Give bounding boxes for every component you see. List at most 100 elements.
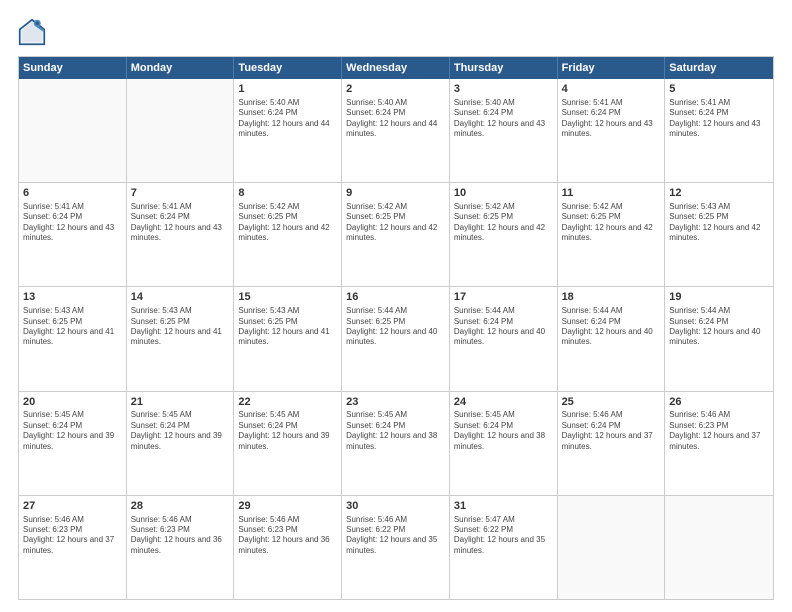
- day-info: Sunrise: 5:44 AM Sunset: 6:24 PM Dayligh…: [669, 306, 769, 348]
- day-info: Sunrise: 5:43 AM Sunset: 6:25 PM Dayligh…: [23, 306, 122, 348]
- day-info: Sunrise: 5:46 AM Sunset: 6:24 PM Dayligh…: [562, 410, 661, 452]
- day-number: 30: [346, 499, 445, 514]
- calendar-cell: [127, 79, 235, 182]
- day-number: 3: [454, 82, 553, 97]
- day-info: Sunrise: 5:41 AM Sunset: 6:24 PM Dayligh…: [562, 98, 661, 140]
- day-number: 20: [23, 395, 122, 410]
- logo-icon: [18, 18, 46, 46]
- day-number: 27: [23, 499, 122, 514]
- day-info: Sunrise: 5:45 AM Sunset: 6:24 PM Dayligh…: [454, 410, 553, 452]
- day-number: 24: [454, 395, 553, 410]
- day-header-wednesday: Wednesday: [342, 57, 450, 79]
- day-number: 18: [562, 290, 661, 305]
- day-info: Sunrise: 5:45 AM Sunset: 6:24 PM Dayligh…: [238, 410, 337, 452]
- day-header-monday: Monday: [127, 57, 235, 79]
- day-info: Sunrise: 5:46 AM Sunset: 6:22 PM Dayligh…: [346, 515, 445, 557]
- calendar-cell: 27Sunrise: 5:46 AM Sunset: 6:23 PM Dayli…: [19, 496, 127, 599]
- calendar-cell: 24Sunrise: 5:45 AM Sunset: 6:24 PM Dayli…: [450, 392, 558, 495]
- day-number: 25: [562, 395, 661, 410]
- calendar-cell: 5Sunrise: 5:41 AM Sunset: 6:24 PM Daylig…: [665, 79, 773, 182]
- day-info: Sunrise: 5:41 AM Sunset: 6:24 PM Dayligh…: [131, 202, 230, 244]
- calendar-cell: 30Sunrise: 5:46 AM Sunset: 6:22 PM Dayli…: [342, 496, 450, 599]
- day-number: 1: [238, 82, 337, 97]
- day-number: 2: [346, 82, 445, 97]
- day-info: Sunrise: 5:42 AM Sunset: 6:25 PM Dayligh…: [346, 202, 445, 244]
- calendar-cell: 6Sunrise: 5:41 AM Sunset: 6:24 PM Daylig…: [19, 183, 127, 286]
- day-number: 11: [562, 186, 661, 201]
- day-number: 9: [346, 186, 445, 201]
- day-info: Sunrise: 5:43 AM Sunset: 6:25 PM Dayligh…: [669, 202, 769, 244]
- day-number: 14: [131, 290, 230, 305]
- header: [18, 18, 774, 46]
- day-info: Sunrise: 5:44 AM Sunset: 6:25 PM Dayligh…: [346, 306, 445, 348]
- calendar-cell: 22Sunrise: 5:45 AM Sunset: 6:24 PM Dayli…: [234, 392, 342, 495]
- day-info: Sunrise: 5:46 AM Sunset: 6:23 PM Dayligh…: [131, 515, 230, 557]
- calendar-body: 1 Sunrise: 5:40 AM Sunset: 6:24 PM Daylig…: [19, 79, 773, 599]
- calendar-cell: 11Sunrise: 5:42 AM Sunset: 6:25 PM Dayli…: [558, 183, 666, 286]
- calendar-cell: [19, 79, 127, 182]
- day-info: Sunrise: 5:45 AM Sunset: 6:24 PM Dayligh…: [131, 410, 230, 452]
- calendar-cell: 28Sunrise: 5:46 AM Sunset: 6:23 PM Dayli…: [127, 496, 235, 599]
- calendar-cell: 9Sunrise: 5:42 AM Sunset: 6:25 PM Daylig…: [342, 183, 450, 286]
- calendar-cell: 31Sunrise: 5:47 AM Sunset: 6:22 PM Dayli…: [450, 496, 558, 599]
- calendar-cell: 26Sunrise: 5:46 AM Sunset: 6:23 PM Dayli…: [665, 392, 773, 495]
- calendar-week-2: 6Sunrise: 5:41 AM Sunset: 6:24 PM Daylig…: [19, 183, 773, 287]
- day-info: Sunrise: 5:46 AM Sunset: 6:23 PM Dayligh…: [238, 515, 337, 557]
- calendar-cell: [665, 496, 773, 599]
- calendar-cell: 25Sunrise: 5:46 AM Sunset: 6:24 PM Dayli…: [558, 392, 666, 495]
- day-number: 6: [23, 186, 122, 201]
- day-number: 15: [238, 290, 337, 305]
- day-info: Sunrise: 5:40 AM Sunset: 6:24 PM Dayligh…: [454, 98, 553, 140]
- day-info: Sunrise: 5:45 AM Sunset: 6:24 PM Dayligh…: [23, 410, 122, 452]
- day-header-sunday: Sunday: [19, 57, 127, 79]
- day-info: Sunrise: 5:42 AM Sunset: 6:25 PM Dayligh…: [562, 202, 661, 244]
- day-number: 29: [238, 499, 337, 514]
- day-header-friday: Friday: [558, 57, 666, 79]
- calendar-week-1: 1 Sunrise: 5:40 AM Sunset: 6:24 PM Daylig…: [19, 79, 773, 183]
- day-info: Sunrise: 5:42 AM Sunset: 6:25 PM Dayligh…: [454, 202, 553, 244]
- calendar-cell: 12Sunrise: 5:43 AM Sunset: 6:25 PM Dayli…: [665, 183, 773, 286]
- calendar-cell: 18Sunrise: 5:44 AM Sunset: 6:24 PM Dayli…: [558, 287, 666, 390]
- day-info: Sunrise: 5:44 AM Sunset: 6:24 PM Dayligh…: [562, 306, 661, 348]
- day-header-tuesday: Tuesday: [234, 57, 342, 79]
- day-number: 10: [454, 186, 553, 201]
- day-header-saturday: Saturday: [665, 57, 773, 79]
- day-number: 8: [238, 186, 337, 201]
- calendar-cell: 19Sunrise: 5:44 AM Sunset: 6:24 PM Dayli…: [665, 287, 773, 390]
- calendar-week-5: 27Sunrise: 5:46 AM Sunset: 6:23 PM Dayli…: [19, 496, 773, 599]
- day-info: Sunrise: 5:43 AM Sunset: 6:25 PM Dayligh…: [238, 306, 337, 348]
- day-info: Sunrise: 5:45 AM Sunset: 6:24 PM Dayligh…: [346, 410, 445, 452]
- calendar-cell: 4Sunrise: 5:41 AM Sunset: 6:24 PM Daylig…: [558, 79, 666, 182]
- day-info: Sunrise: 5:42 AM Sunset: 6:25 PM Dayligh…: [238, 202, 337, 244]
- day-number: 17: [454, 290, 553, 305]
- day-info: Sunrise: 5:46 AM Sunset: 6:23 PM Dayligh…: [23, 515, 122, 557]
- day-number: 26: [669, 395, 769, 410]
- day-number: 21: [131, 395, 230, 410]
- day-number: 31: [454, 499, 553, 514]
- day-info: Sunrise: 5:41 AM Sunset: 6:24 PM Dayligh…: [23, 202, 122, 244]
- calendar-cell: 8Sunrise: 5:42 AM Sunset: 6:25 PM Daylig…: [234, 183, 342, 286]
- calendar-cell: 29Sunrise: 5:46 AM Sunset: 6:23 PM Dayli…: [234, 496, 342, 599]
- calendar-cell: 10Sunrise: 5:42 AM Sunset: 6:25 PM Dayli…: [450, 183, 558, 286]
- calendar-cell: 20Sunrise: 5:45 AM Sunset: 6:24 PM Dayli…: [19, 392, 127, 495]
- day-info: Sunrise: 5:41 AM Sunset: 6:24 PM Dayligh…: [669, 98, 769, 140]
- calendar-cell: 23Sunrise: 5:45 AM Sunset: 6:24 PM Dayli…: [342, 392, 450, 495]
- calendar-cell: 21Sunrise: 5:45 AM Sunset: 6:24 PM Dayli…: [127, 392, 235, 495]
- day-number: 22: [238, 395, 337, 410]
- calendar-cell: 14Sunrise: 5:43 AM Sunset: 6:25 PM Dayli…: [127, 287, 235, 390]
- day-info: Sunrise: 5:43 AM Sunset: 6:25 PM Dayligh…: [131, 306, 230, 348]
- calendar-cell: 17Sunrise: 5:44 AM Sunset: 6:24 PM Dayli…: [450, 287, 558, 390]
- day-number: 19: [669, 290, 769, 305]
- day-info: Sunrise: 5:46 AM Sunset: 6:23 PM Dayligh…: [669, 410, 769, 452]
- calendar-cell: 7Sunrise: 5:41 AM Sunset: 6:24 PM Daylig…: [127, 183, 235, 286]
- calendar-cell: 15Sunrise: 5:43 AM Sunset: 6:25 PM Dayli…: [234, 287, 342, 390]
- calendar-week-3: 13Sunrise: 5:43 AM Sunset: 6:25 PM Dayli…: [19, 287, 773, 391]
- day-number: 12: [669, 186, 769, 201]
- calendar-week-4: 20Sunrise: 5:45 AM Sunset: 6:24 PM Dayli…: [19, 392, 773, 496]
- day-number: 7: [131, 186, 230, 201]
- day-number: 13: [23, 290, 122, 305]
- calendar-cell: 3Sunrise: 5:40 AM Sunset: 6:24 PM Daylig…: [450, 79, 558, 182]
- calendar-header: SundayMondayTuesdayWednesdayThursdayFrid…: [19, 57, 773, 79]
- day-info: Sunrise: 5:40 AM Sunset: 6:24 PM Dayligh…: [346, 98, 445, 140]
- day-number: 4: [562, 82, 661, 97]
